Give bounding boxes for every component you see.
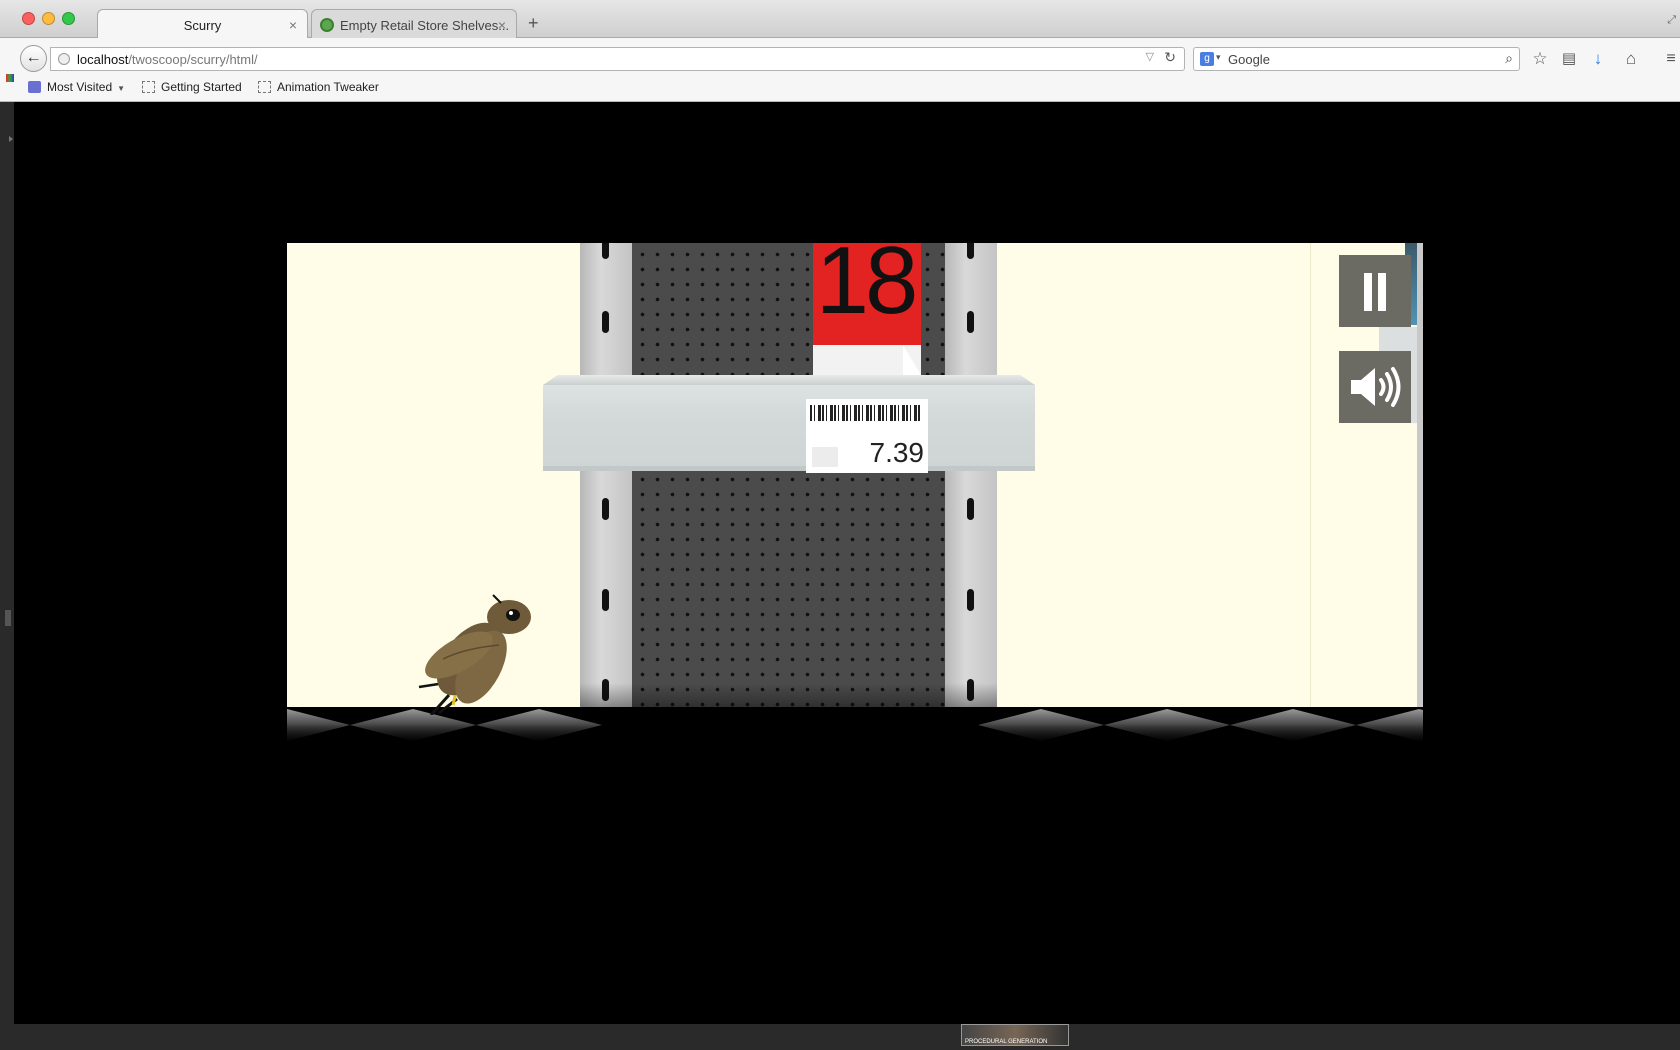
tab-label: Empty Retail Store Shelves... xyxy=(340,18,510,33)
rack-slot xyxy=(602,311,609,333)
pause-button[interactable] xyxy=(1339,255,1411,327)
window-minimize-button[interactable] xyxy=(42,12,55,25)
shelf-top xyxy=(543,375,1035,385)
rack-upright-left xyxy=(580,243,632,749)
browser-window: Scurry × Empty Retail Store Shelves... ×… xyxy=(0,0,1680,1050)
bookmarks-toolbar: Most Visited ▼ Getting Started Animation … xyxy=(0,74,1680,102)
site-identity-icon[interactable] xyxy=(58,53,70,65)
bookmark-getting-started[interactable]: Getting Started xyxy=(142,80,242,94)
rack-slot xyxy=(967,498,974,520)
rack-slot xyxy=(967,589,974,611)
back-button[interactable]: ← xyxy=(20,45,47,72)
bookmark-label: Getting Started xyxy=(161,80,242,94)
bookmarks-list-icon[interactable]: ▤ xyxy=(1558,48,1580,70)
next-shelf-post xyxy=(1417,243,1423,707)
barcode xyxy=(810,405,922,421)
url-path: /twoscoop/scurry/html/ xyxy=(128,52,258,67)
url-host: localhost xyxy=(77,52,129,67)
tag-label-box xyxy=(812,447,838,467)
rack-slot xyxy=(967,243,974,259)
window-edge-decoration xyxy=(6,74,14,82)
left-window-edge xyxy=(0,102,14,1050)
home-icon[interactable]: ⌂ xyxy=(1620,48,1642,70)
close-tab-icon[interactable]: × xyxy=(498,17,506,33)
window-zoom-button[interactable] xyxy=(62,12,75,25)
store-shelf: 7.39 xyxy=(543,375,1035,475)
search-input[interactable]: g ▾ Google ⌕ xyxy=(1193,47,1520,71)
dock-strip: PROCEDURAL GENERATION xyxy=(0,1024,1680,1050)
tab-scurry[interactable]: Scurry × xyxy=(97,9,308,39)
rack-slot xyxy=(967,311,974,333)
speaker-icon xyxy=(1351,367,1401,407)
tab-label: Scurry xyxy=(183,18,222,33)
google-engine-icon[interactable]: g xyxy=(1200,52,1214,66)
game-canvas[interactable]: 18 7.39 xyxy=(287,243,1423,749)
score-counter: 18 xyxy=(815,243,919,334)
navigation-bar: ← localhost/twoscoop/scurry/html/ ▽ ↻ g … xyxy=(0,38,1680,74)
chevron-down-icon: ▼ xyxy=(117,84,126,93)
price-tag: 7.39 xyxy=(806,399,928,473)
bookmark-most-visited[interactable]: Most Visited ▼ xyxy=(28,80,125,94)
address-bar[interactable]: localhost/twoscoop/scurry/html/ ▽ ↻ xyxy=(50,47,1185,71)
page-icon xyxy=(142,81,155,93)
url-history-dropdown-icon[interactable]: ▽ xyxy=(1146,50,1154,63)
wall-seam xyxy=(1310,243,1311,707)
sound-toggle-button[interactable] xyxy=(1339,351,1411,423)
close-tab-icon[interactable]: × xyxy=(289,17,297,33)
engine-dropdown-icon[interactable]: ▾ xyxy=(1216,52,1221,63)
search-placeholder: Google xyxy=(1228,52,1270,67)
price-text: 7.39 xyxy=(869,437,925,468)
window-close-button[interactable] xyxy=(22,12,35,25)
bookmark-star-icon[interactable]: ☆ xyxy=(1529,48,1551,70)
menu-icon[interactable]: ≡ xyxy=(1660,48,1680,70)
resize-handle[interactable] xyxy=(5,610,11,626)
back-arrow-icon: ← xyxy=(25,49,42,66)
bookmark-animation-tweaker[interactable]: Animation Tweaker xyxy=(258,80,379,94)
rack-slot xyxy=(602,589,609,611)
dock-thumbnail[interactable]: PROCEDURAL GENERATION xyxy=(961,1024,1069,1046)
page-icon xyxy=(258,81,271,93)
download-icon[interactable]: ↓ xyxy=(1587,48,1609,70)
tab-overflow-icon[interactable]: ⤢ xyxy=(1667,14,1676,27)
tab-empty-retail[interactable]: Empty Retail Store Shelves... × xyxy=(311,9,517,39)
rack-slot xyxy=(602,243,609,259)
sidebar-arrow-icon xyxy=(9,136,13,142)
cockroach-player xyxy=(418,594,531,715)
bookmark-label: Most Visited xyxy=(47,80,113,94)
new-tab-icon[interactable]: + xyxy=(528,13,539,34)
site-favicon-icon xyxy=(320,18,334,32)
folder-icon xyxy=(28,81,41,93)
search-icon[interactable]: ⌕ xyxy=(1505,50,1513,67)
bookmark-label: Animation Tweaker xyxy=(277,80,379,94)
reload-icon[interactable]: ↻ xyxy=(1164,49,1176,66)
rack-slot xyxy=(602,498,609,520)
tab-strip: Scurry × Empty Retail Store Shelves... ×… xyxy=(0,0,1680,39)
rack-upright-right xyxy=(945,243,997,749)
shelf-front: 7.39 xyxy=(543,385,1035,473)
